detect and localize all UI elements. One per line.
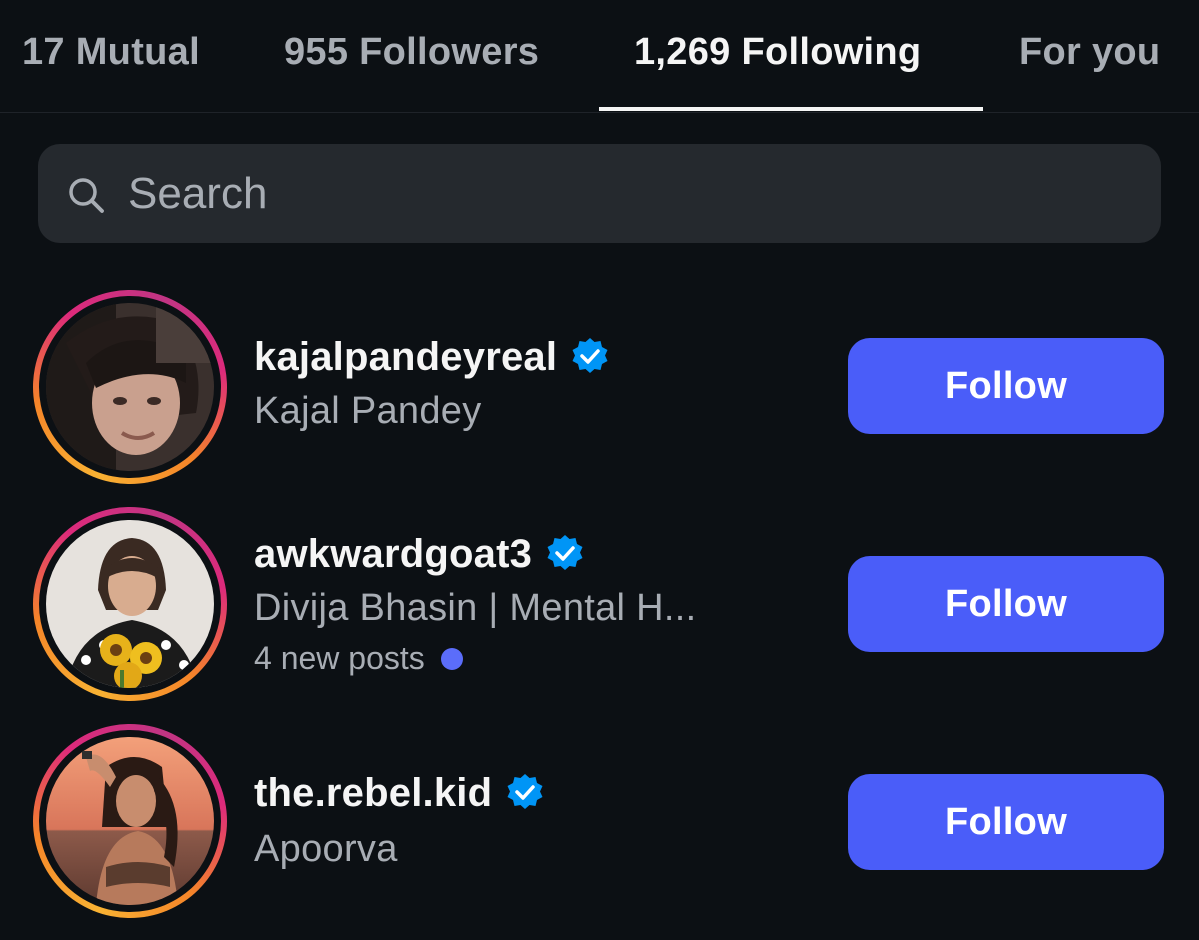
story-ring[interactable] (33, 507, 227, 701)
search-icon (69, 178, 104, 213)
dot-icon (440, 647, 463, 670)
username[interactable]: kajalpandeyreal (254, 335, 557, 380)
tab-bar: 17 Mutual 955 Followers 1,269 Following … (0, 0, 1199, 113)
full-name: Divija Bhasin | Mental H... (254, 587, 697, 629)
username[interactable]: the.rebel.kid (254, 771, 492, 816)
list-item[interactable]: kajalpandeyreal Kajal Pandey Follow (0, 288, 1199, 488)
verified-badge-icon (507, 774, 543, 809)
full-name: Kajal Pandey (254, 390, 482, 432)
active-tab-indicator (599, 107, 983, 111)
tab-mutual[interactable]: 17 Mutual (22, 28, 200, 76)
username[interactable]: awkwardgoat3 (254, 532, 532, 577)
new-posts-text: 4 new posts (254, 640, 425, 676)
tab-for-you[interactable]: For you (1019, 28, 1160, 76)
search-input[interactable] (128, 164, 1108, 224)
story-ring[interactable] (33, 724, 227, 918)
follow-button[interactable]: Follow (848, 556, 1164, 652)
verified-badge-icon (547, 535, 583, 570)
full-name: Apoorva (254, 828, 398, 870)
follow-button[interactable]: Follow (848, 338, 1164, 434)
follow-button[interactable]: Follow (848, 774, 1164, 870)
story-ring[interactable] (33, 290, 227, 484)
username-line: the.rebel.kid (254, 768, 546, 818)
avatar[interactable] (46, 303, 214, 471)
tab-following[interactable]: 1,269 Following (634, 28, 921, 76)
new-posts-indicator: 4 new posts (254, 640, 463, 677)
username-line: kajalpandeyreal (254, 332, 611, 382)
avatar[interactable] (46, 737, 214, 905)
username-line: awkwardgoat3 (254, 529, 586, 579)
avatar[interactable] (46, 520, 214, 688)
following-screen: 17 Mutual 955 Followers 1,269 Following … (0, 0, 1199, 940)
tab-followers[interactable]: 955 Followers (284, 28, 539, 76)
list-item[interactable]: awkwardgoat3 Divija Bhasin | Mental H...… (0, 505, 1199, 705)
list-item[interactable]: the.rebel.kid Apoorva Follow (0, 722, 1199, 922)
verified-badge-icon (572, 338, 608, 373)
